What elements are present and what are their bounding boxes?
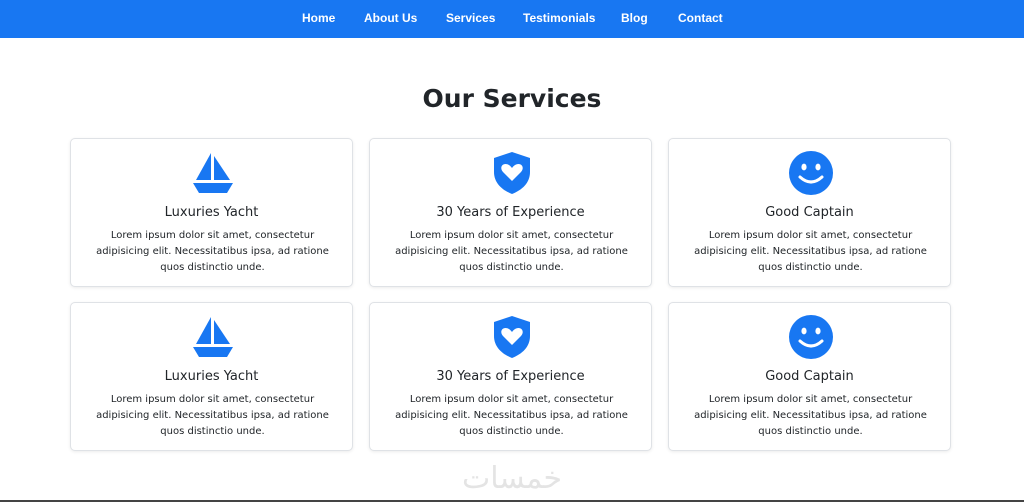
nav-item-blog[interactable]: Blog: [621, 11, 648, 25]
card-text: Lorem ipsum dolor sit amet, consectetur …: [694, 394, 927, 437]
card-text: Lorem ipsum dolor sit amet, consectetur …: [395, 394, 628, 437]
smiley-icon: [789, 315, 833, 359]
card-text: Lorem ipsum dolor sit amet, consectetur …: [694, 230, 927, 273]
service-card: Luxuries Yacht Lorem ipsum dolor sit ame…: [70, 302, 353, 451]
shield-heart-icon: [494, 152, 530, 194]
nav-menu: Home About Us Services Testimonials Blog…: [0, 0, 1024, 38]
section-title: Our Services: [422, 84, 602, 113]
sailboat-icon: [193, 317, 233, 357]
service-card: Luxuries Yacht Lorem ipsum dolor sit ame…: [70, 138, 353, 287]
card-title: Good Captain: [765, 369, 854, 384]
service-card: Good Captain Lorem ipsum dolor sit amet,…: [668, 302, 951, 451]
nav-item-services[interactable]: Services: [446, 11, 495, 25]
service-card: Good Captain Lorem ipsum dolor sit amet,…: [668, 138, 951, 287]
nav-item-contact[interactable]: Contact: [678, 11, 723, 25]
card-text: Lorem ipsum dolor sit amet, consectetur …: [96, 394, 329, 437]
smiley-icon: [789, 151, 833, 195]
nav-item-home[interactable]: Home: [302, 11, 335, 25]
top-navbar: Home About Us Services Testimonials Blog…: [0, 0, 1024, 38]
card-title: 30 Years of Experience: [436, 369, 585, 384]
card-title: Luxuries Yacht: [164, 205, 259, 220]
card-title: Good Captain: [765, 205, 854, 220]
sailboat-icon: [193, 153, 233, 193]
card-text: Lorem ipsum dolor sit amet, consectetur …: [395, 230, 628, 273]
nav-item-testimonials[interactable]: Testimonials: [523, 11, 595, 25]
watermark-logo: خمسات: [461, 461, 563, 496]
card-text: Lorem ipsum dolor sit amet, consectetur …: [96, 230, 329, 273]
service-card: 30 Years of Experience Lorem ipsum dolor…: [369, 138, 652, 287]
service-card: 30 Years of Experience Lorem ipsum dolor…: [369, 302, 652, 451]
nav-item-about-us[interactable]: About Us: [364, 11, 417, 25]
card-title: Luxuries Yacht: [164, 369, 259, 384]
card-title: 30 Years of Experience: [436, 205, 585, 220]
shield-heart-icon: [494, 316, 530, 358]
